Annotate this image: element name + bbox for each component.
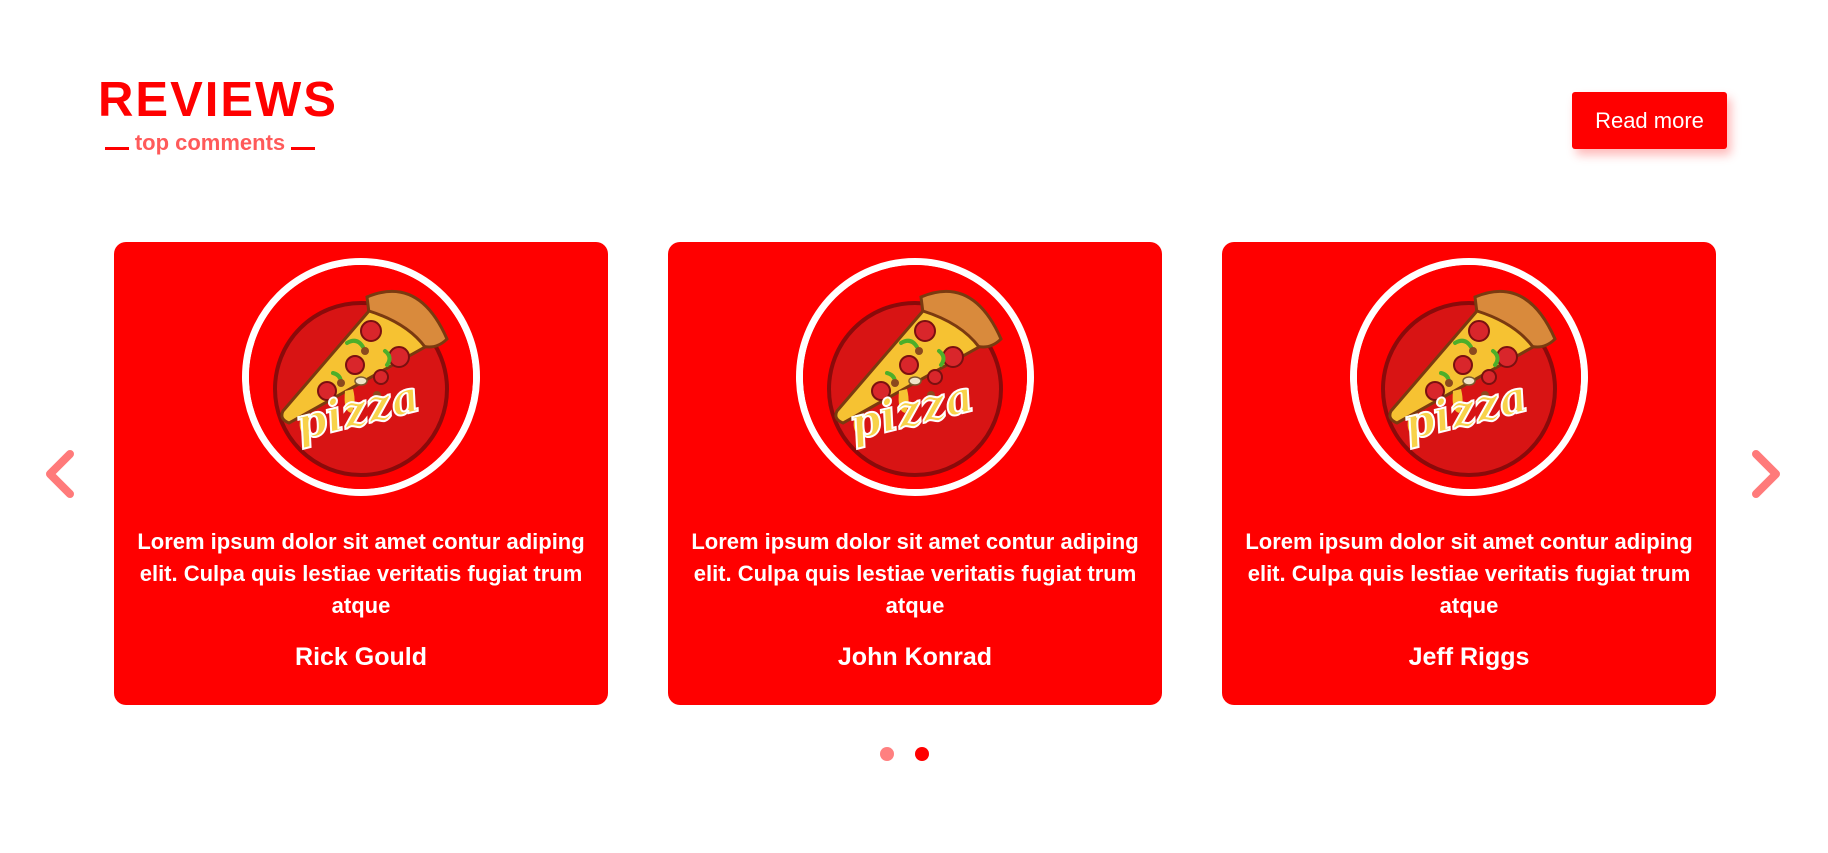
subtitle-dash-right [291, 146, 316, 150]
reviewer-name: John Konrad [837, 643, 993, 671]
reviewer-name: Rick Gould [295, 643, 427, 671]
carousel-next-button[interactable] [1746, 448, 1786, 500]
reviewer-avatar [1350, 258, 1588, 496]
pagination-dot-1[interactable] [880, 747, 894, 761]
section-heading: REVIEWS top comments [98, 73, 338, 156]
chevron-left-icon [46, 450, 74, 498]
section-title: REVIEWS [98, 73, 338, 127]
chevron-right-icon [1752, 450, 1780, 498]
review-card: Lorem ipsum dolor sit amet contur adipin… [1222, 242, 1716, 705]
subtitle-text: top comments [134, 130, 286, 155]
review-text: Lorem ipsum dolor sit amet contur adipin… [691, 529, 1139, 618]
carousel-prev-button[interactable] [40, 448, 80, 500]
pagination-dot-2[interactable] [915, 747, 929, 761]
read-more-button[interactable]: Read more [1572, 92, 1727, 149]
section-subtitle: top comments [98, 130, 322, 156]
subtitle-dash-left [104, 146, 129, 150]
reviewer-name: Jeff Riggs [1408, 643, 1530, 671]
pizza-logo-image [249, 265, 473, 489]
review-text: Lorem ipsum dolor sit amet contur adipin… [137, 529, 585, 618]
reviewer-avatar [796, 258, 1034, 496]
pizza-logo-image [1357, 265, 1581, 489]
reviewer-avatar [242, 258, 480, 496]
review-card: Lorem ipsum dolor sit amet contur adipin… [668, 242, 1162, 705]
review-card: Lorem ipsum dolor sit amet contur adipin… [114, 242, 608, 705]
review-text: Lorem ipsum dolor sit amet contur adipin… [1245, 529, 1693, 618]
pizza-logo-image [803, 265, 1027, 489]
carousel-pagination [880, 747, 929, 761]
